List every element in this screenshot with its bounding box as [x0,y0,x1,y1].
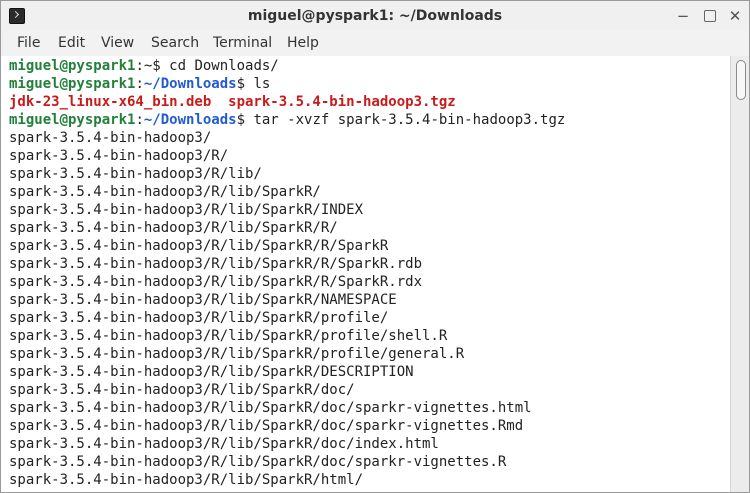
menu-search[interactable]: Search [151,35,199,51]
terminal-text-segment: spark-3.5.4-bin-hadoop3/R/lib/SparkR/ [9,184,321,200]
terminal-line: spark-3.5.4-bin-hadoop3/R/lib/SparkR/DES… [9,363,565,381]
terminal-line: spark-3.5.4-bin-hadoop3/R/lib/SparkR/R/S… [9,237,565,255]
terminal-text-segment: spark-3.5.4-bin-hadoop3/R/lib/SparkR/R/S… [9,274,423,290]
terminal-text-segment: spark-3.5.4-bin-hadoop3/R/lib/SparkR/doc… [9,436,439,452]
terminal-line: spark-3.5.4-bin-hadoop3/R/lib/SparkR/ [9,183,565,201]
terminal-text-segment: $ ls [236,76,271,92]
terminal-text-segment: ~/Downloads [143,112,237,128]
menu-terminal[interactable]: Terminal [213,35,272,51]
terminal-text-segment: spark-3.5.4-bin-hadoop3/R/lib/ [9,166,262,182]
menu-bar: File Edit View Search Terminal Help [1,31,749,57]
terminal-line: miguel@pyspark1:~$ cd Downloads/ [9,57,565,75]
terminal-text-segment: miguel@pyspark1 [9,112,136,128]
terminal-text-segment: $ tar -xvzf spark-3.5.4-bin-hadoop3.tgz [236,112,566,128]
menu-view[interactable]: View [101,35,134,51]
terminal-line: spark-3.5.4-bin-hadoop3/R/lib/SparkR/doc… [9,417,565,435]
scrollbar-thumb[interactable] [736,60,746,100]
window-title: miguel@pyspark1: ~/Downloads [247,8,503,24]
terminal-line: spark-3.5.4-bin-hadoop3/R/lib/SparkR/IND… [9,201,565,219]
title-bar[interactable]: miguel@pyspark1: ~/Downloads − ✕ [1,1,749,31]
terminal-line: spark-3.5.4-bin-hadoop3/ [9,129,565,147]
terminal-line: spark-3.5.4-bin-hadoop3/R/lib/ [9,165,565,183]
terminal-line: spark-3.5.4-bin-hadoop3/R/lib/SparkR/pro… [9,345,565,363]
terminal-line: spark-3.5.4-bin-hadoop3/R/lib/SparkR/R/ [9,219,565,237]
terminal-text-segment: spark-3.5.4-bin-hadoop3/R/lib/SparkR/NAM… [9,292,397,308]
terminal-line: spark-3.5.4-bin-hadoop3/R/lib/SparkR/NAM… [9,291,565,309]
terminal-text-segment: miguel@pyspark1 [9,76,136,92]
terminal-line: miguel@pyspark1:~/Downloads$ ls [9,75,565,93]
terminal-lines: miguel@pyspark1:~$ cd Downloads/miguel@p… [9,57,565,489]
terminal-line: spark-3.5.4-bin-hadoop3/R/lib/SparkR/htm… [9,471,565,489]
terminal-text-segment: spark-3.5.4-bin-hadoop3/R/lib/SparkR/doc… [9,418,524,434]
terminal-text-segment: spark-3.5.4-bin-hadoop3/R/lib/SparkR/R/S… [9,238,389,254]
terminal-text-segment: spark-3.5.4-bin-hadoop3/R/lib/SparkR/htm… [9,472,364,488]
terminal-line: spark-3.5.4-bin-hadoop3/R/lib/SparkR/pro… [9,309,565,327]
terminal-text-segment: spark-3.5.4-bin-hadoop3/R/lib/SparkR/IND… [9,202,364,218]
terminal-line: spark-3.5.4-bin-hadoop3/R/lib/SparkR/doc… [9,381,565,399]
minimize-icon[interactable]: − [673,6,693,26]
terminal-text-segment: spark-3.5.4-bin-hadoop3/R/lib/SparkR/pro… [9,346,465,362]
terminal-text-segment: jdk-23_linux-x64_bin.deb spark-3.5.4-bin… [9,94,456,110]
terminal-line: spark-3.5.4-bin-hadoop3/R/lib/SparkR/doc… [9,435,565,453]
terminal-text-segment: spark-3.5.4-bin-hadoop3/R/lib/SparkR/pro… [9,310,389,326]
terminal-line: spark-3.5.4-bin-hadoop3/R/lib/SparkR/pro… [9,327,565,345]
terminal-line: spark-3.5.4-bin-hadoop3/R/lib/SparkR/doc… [9,399,565,417]
terminal-line: spark-3.5.4-bin-hadoop3/R/lib/SparkR/R/S… [9,273,565,291]
terminal-line: spark-3.5.4-bin-hadoop3/R/ [9,147,565,165]
terminal-line: spark-3.5.4-bin-hadoop3/R/lib/SparkR/doc… [9,453,565,471]
terminal-output[interactable]: miguel@pyspark1:~$ cd Downloads/miguel@p… [1,56,731,492]
terminal-text-segment: ~/Downloads [143,76,237,92]
terminal-line: miguel@pyspark1:~/Downloads$ tar -xvzf s… [9,111,565,129]
terminal-text-segment: spark-3.5.4-bin-hadoop3/R/lib/SparkR/doc… [9,382,355,398]
terminal-text-segment: spark-3.5.4-bin-hadoop3/R/lib/SparkR/pro… [9,328,448,344]
terminal-text-segment: :~$ cd Downloads/ [135,58,279,74]
close-icon[interactable]: ✕ [725,6,745,26]
menu-file[interactable]: File [17,35,40,51]
terminal-text-segment: : [135,76,144,92]
terminal-scrollbar[interactable] [730,56,749,492]
terminal-text-segment: spark-3.5.4-bin-hadoop3/R/lib/SparkR/doc… [9,454,507,470]
terminal-window: miguel@pyspark1: ~/Downloads − ✕ File Ed… [0,0,750,493]
terminal-text-segment: spark-3.5.4-bin-hadoop3/R/ [9,148,229,164]
terminal-line: spark-3.5.4-bin-hadoop3/R/lib/SparkR/R/S… [9,255,565,273]
terminal-text-segment: spark-3.5.4-bin-hadoop3/ [9,130,212,146]
terminal-text-segment: miguel@pyspark1 [9,58,136,74]
menu-help[interactable]: Help [287,35,319,51]
terminal-text-segment: spark-3.5.4-bin-hadoop3/R/lib/SparkR/doc… [9,400,532,416]
terminal-text-segment: : [135,112,144,128]
terminal-text-segment: spark-3.5.4-bin-hadoop3/R/lib/SparkR/R/ [9,220,338,236]
menu-edit[interactable]: Edit [58,35,85,51]
terminal-line: jdk-23_linux-x64_bin.deb spark-3.5.4-bin… [9,93,565,111]
terminal-text-segment: spark-3.5.4-bin-hadoop3/R/lib/SparkR/R/S… [9,256,423,272]
maximize-icon[interactable] [700,6,720,26]
terminal-text-segment: spark-3.5.4-bin-hadoop3/R/lib/SparkR/DES… [9,364,414,380]
